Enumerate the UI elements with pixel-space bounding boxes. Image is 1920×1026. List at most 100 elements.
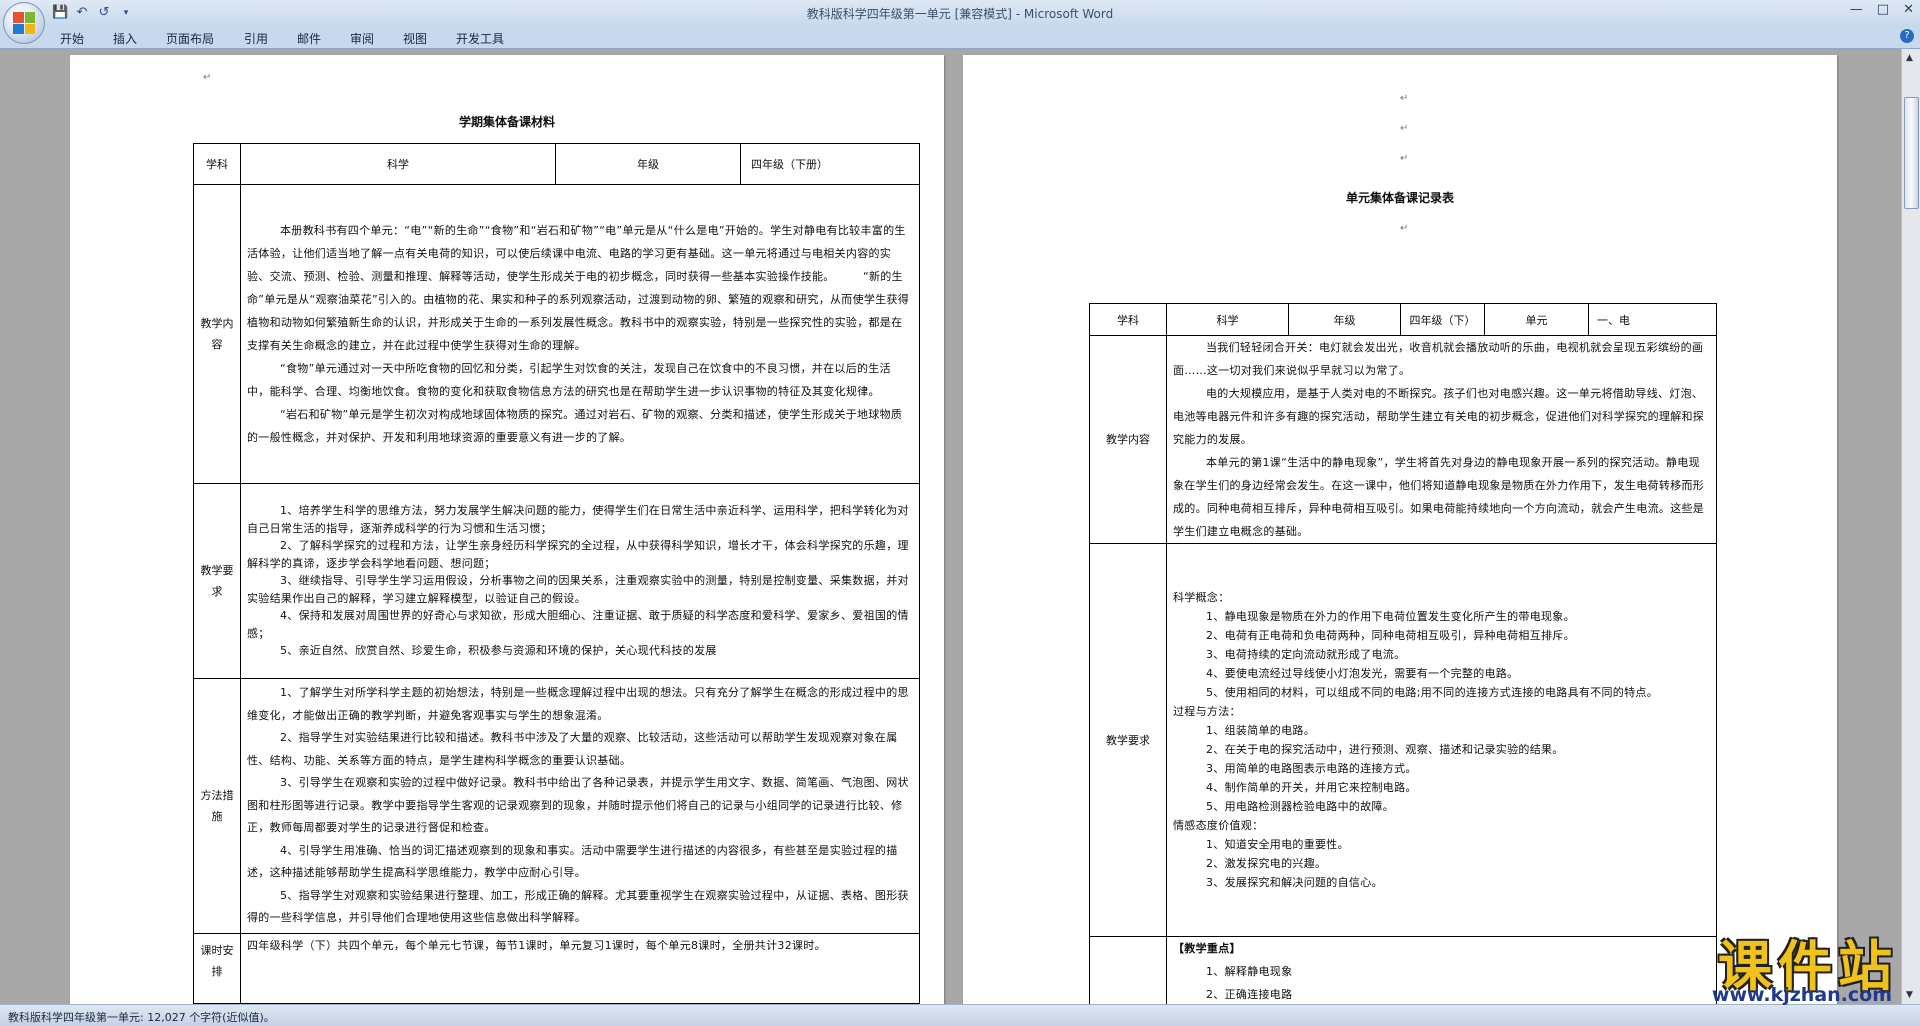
table-row: 【教学重点】 1、解释静电现象 2、正确连接电路: [1089, 936, 1717, 1004]
content-paragraph: 2、了解科学探究的过程和方法，让学生亲身经历科学探究的全过程，从中获得科学知识，…: [247, 539, 909, 570]
watermark: 课件站 www.kjzhan.com: [1642, 922, 1898, 1008]
help-icon[interactable]: ?: [1900, 29, 1914, 43]
tab-mailings[interactable]: 邮件: [297, 30, 321, 47]
status-bar: 教科版科学四年级第一单元: 12,027 个字符(近似值)。: [0, 1004, 1920, 1026]
table-header-row: 学科 科学 年级 四年级（下册）: [193, 143, 920, 185]
subject-label: 学科: [1089, 303, 1167, 336]
paragraph-mark: ↵: [1400, 123, 1409, 134]
unit-value: 一、电: [1588, 303, 1717, 336]
vertical-scrollbar[interactable]: ▲ ▼: [1901, 49, 1920, 1004]
content-paragraph: 2、指导学生对实验结果进行比较和描述。教科书中涉及了大量的观察、比较活动，这些活…: [247, 731, 898, 767]
requirement-item: 5、使用相同的材料，可以组成不同的电路;用不同的连接方式连接的电路具有不同的特点…: [1206, 686, 1659, 699]
undo-icon[interactable]: ↶: [74, 5, 90, 21]
requirement-item: 1、静电现象是物质在外力的作用下电荷位置发生变化所产生的带电现象。: [1206, 610, 1575, 623]
tab-review[interactable]: 审阅: [350, 30, 374, 47]
table-row: 方法措施 1、了解学生对所学科学主题的初始想法，特别是一些概念理解过程中出现的想…: [193, 678, 920, 934]
paragraph-mark: ↵: [203, 72, 212, 83]
requirement-heading: 过程与方法：: [1173, 705, 1241, 718]
close-icon[interactable]: ✕: [1903, 2, 1914, 17]
tab-page-layout[interactable]: 页面布局: [166, 30, 214, 47]
page-title: 学期集体备课材料: [458, 115, 555, 129]
requirement-item: 4、制作简单的开关，并用它来控制电路。: [1206, 781, 1417, 794]
requirement-item: 3、发展探究和解决问题的自信心。: [1206, 876, 1383, 889]
tab-references[interactable]: 引用: [244, 30, 268, 47]
office-button[interactable]: [3, 2, 45, 44]
document-page-2[interactable]: ↵ ↵ ↵ 单元集体备课记录表 ↵ 学科 科学 年级 四年级（下） 单元 一、电…: [963, 55, 1837, 1004]
document-workspace[interactable]: ↵ 学期集体备课材料 学科 科学 年级 四年级（下册） 教学内容 本册教科书有四…: [0, 49, 1902, 1004]
content-paragraph: 当我们轻轻闭合开关：电灯就会发出光，收音机就会播放动听的乐曲，电视机就会呈现五彩…: [1173, 341, 1704, 377]
grade-label: 年级: [1288, 303, 1401, 336]
requirement-item: 4、要使电流经过导线使小灯泡发光，需要有一个完整的电路。: [1206, 667, 1519, 680]
semester-plan-table: 学科 科学 年级 四年级（下册） 教学内容 本册教科书有四个单元：“电”“新的生…: [193, 143, 920, 1004]
requirement-item: 5、用电路检测器检验电路中的故障。: [1206, 800, 1395, 813]
content-paragraph: 4、引导学生用准确、恰当的词汇描述观察到的现象和事实。活动中需要学生进行描述的内…: [247, 843, 898, 880]
subject-label: 学科: [193, 143, 241, 185]
office-logo-icon: [13, 12, 35, 34]
tab-insert[interactable]: 插入: [113, 30, 137, 47]
content-paragraph: “岩石和矿物”单元是学生初次对构成地球固体物质的探究。通过对岩石、矿物的观察、分…: [247, 408, 903, 444]
paragraph-mark: ↵: [1400, 153, 1409, 164]
row-label: 教学要求: [193, 483, 241, 679]
table-header-row: 学科 科学 年级 四年级（下） 单元 一、电: [1089, 303, 1717, 336]
page-title: 单元集体备课记录表: [1345, 191, 1454, 205]
unit-label: 单元: [1484, 303, 1589, 336]
scrollbar-thumb[interactable]: [1904, 97, 1919, 209]
content-paragraph: 本册教科书有四个单元：“电”“新的生命”“食物”和“岩石和矿物”“电”单元是从“…: [247, 224, 910, 352]
key-point: 2、正确连接电路: [1206, 988, 1293, 1001]
scroll-down-icon[interactable]: ▼: [1906, 990, 1913, 1000]
quick-access-toolbar: 💾 ↶ ↺ ▾: [52, 4, 134, 22]
table-row: 教学内容 当我们轻轻闭合开关：电灯就会发出光，收音机就会播放动听的乐曲，电视机就…: [1089, 335, 1717, 544]
requirement-item: 1、组装简单的电路。: [1206, 724, 1315, 737]
grade-label: 年级: [555, 143, 741, 185]
table-row: 教学要求 科学概念： 1、静电现象是物质在外力的作用下电荷位置发生变化所产生的带电…: [1089, 543, 1717, 937]
row-label: 课时安排: [193, 933, 241, 1004]
content-paragraph: 1、了解学生对所学科学主题的初始想法，特别是一些概念理解过程中出现的想法。只有充…: [247, 686, 909, 722]
requirement-item: 2、激发探究电的兴趣。: [1206, 857, 1327, 870]
content-paragraph: 1、培养学生科学的思维方法，努力发展学生解决问题的能力，使得学生们在日常生活中亲…: [247, 504, 909, 535]
subject-value: 科学: [240, 143, 556, 185]
row-label: 教学内容: [1089, 335, 1167, 544]
requirement-item: 2、在关于电的探究活动中，进行预测、观察、描述和记录实验的结果。: [1206, 743, 1564, 756]
content-paragraph: 电的大规模应用，是基于人类对电的不断探究。孩子们也对电感兴趣。这一单元将借助导线…: [1173, 387, 1705, 446]
content-paragraph: 本单元的第1课“生活中的静电现象”，学生将首先对身边的静电现象开展一系列的探究活…: [1173, 456, 1705, 538]
content-paragraph: 四年级科学（下）共四个单元，每个单元七节课，每节1课时，单元复习1课时，每个单元…: [247, 939, 826, 952]
content-paragraph: 5、亲近自然、欣赏自然、珍爱生命，积极参与资源和环境的保护，关心现代科技的发展: [280, 644, 717, 658]
content-paragraph: 3、继续指导、引导学生学习运用假设，分析事物之间的因果关系，注重观察实验中的测量…: [247, 574, 909, 605]
window-title: 教科版科学四年级第一单元 [兼容模式] - Microsoft Word: [806, 7, 1114, 21]
scroll-up-icon[interactable]: ▲: [1906, 53, 1913, 63]
redo-icon[interactable]: ↺: [96, 5, 112, 21]
key-point: 1、解释静电现象: [1206, 965, 1293, 978]
paragraph-mark: ↵: [1400, 223, 1409, 234]
table-row: 教学内容 本册教科书有四个单元：“电”“新的生命”“食物”和“岩石和矿物”“电”…: [193, 184, 920, 484]
grade-value: 四年级（下）: [1400, 303, 1485, 336]
table-row: 教学要求 1、培养学生科学的思维方法，努力发展学生解决问题的能力，使得学生们在日…: [193, 483, 920, 679]
row-label: 方法措施: [193, 678, 241, 934]
requirement-item: 3、电荷持续的定向流动就形成了电流。: [1206, 648, 1406, 661]
requirement-item: 2、电荷有正电荷和负电荷两种，同种电荷相互吸引，异种电荷相互排斥。: [1206, 629, 1575, 642]
customize-icon[interactable]: ▾: [118, 5, 134, 21]
status-text: 教科版科学四年级第一单元: 12,027 个字符(近似值)。: [8, 1011, 275, 1024]
tab-home[interactable]: 开始: [60, 30, 84, 47]
document-page-1[interactable]: ↵ 学期集体备课材料 学科 科学 年级 四年级（下册） 教学内容 本册教科书有四…: [70, 55, 944, 1004]
content-paragraph: 4、保持和发展对周围世界的好奇心与求知欲，形成大胆细心、注重证据、敢于质疑的科学…: [247, 609, 909, 640]
tab-view[interactable]: 视图: [403, 30, 427, 47]
content-paragraph: 3、引导学生在观察和实验的过程中做好记录。教科书中给出了各种记录表，并提示学生用…: [247, 776, 909, 835]
requirement-heading: 科学概念：: [1173, 591, 1230, 604]
table-row: 课时安排 四年级科学（下）共四个单元，每个单元七节课，每节1课时，单元复习1课时…: [193, 933, 920, 1004]
ribbon-tabs: 开始 插入 页面布局 引用 邮件 审阅 视图 开发工具: [0, 26, 1920, 49]
requirement-item: 1、知道安全用电的重要性。: [1206, 838, 1349, 851]
content-paragraph: 5、指导学生对观察和实验结果进行整理、加工，形成正确的解释。尤其要重视学生在观察…: [247, 888, 909, 925]
content-paragraph: “食物”单元通过对一天中所吃食物的回忆和分类，引起学生对饮食的关注，发现自己在饮…: [247, 362, 891, 398]
tab-developer[interactable]: 开发工具: [456, 30, 504, 47]
maximize-icon[interactable]: □: [1877, 2, 1889, 17]
requirement-heading: 情感态度价值观：: [1173, 819, 1264, 832]
window-controls: — □ ✕: [1850, 2, 1914, 17]
grade-value: 四年级（下册）: [740, 143, 920, 185]
title-bar: 教科版科学四年级第一单元 [兼容模式] - Microsoft Word 💾 ↶…: [0, 0, 1920, 26]
save-icon[interactable]: 💾: [52, 5, 68, 21]
requirement-item: 3、用简单的电路图表示电路的连接方式。: [1206, 762, 1417, 775]
row-label: 教学要求: [1089, 543, 1167, 937]
row-label: 教学内容: [193, 184, 241, 484]
paragraph-mark: ↵: [1400, 93, 1409, 104]
minimize-icon[interactable]: —: [1850, 2, 1863, 17]
